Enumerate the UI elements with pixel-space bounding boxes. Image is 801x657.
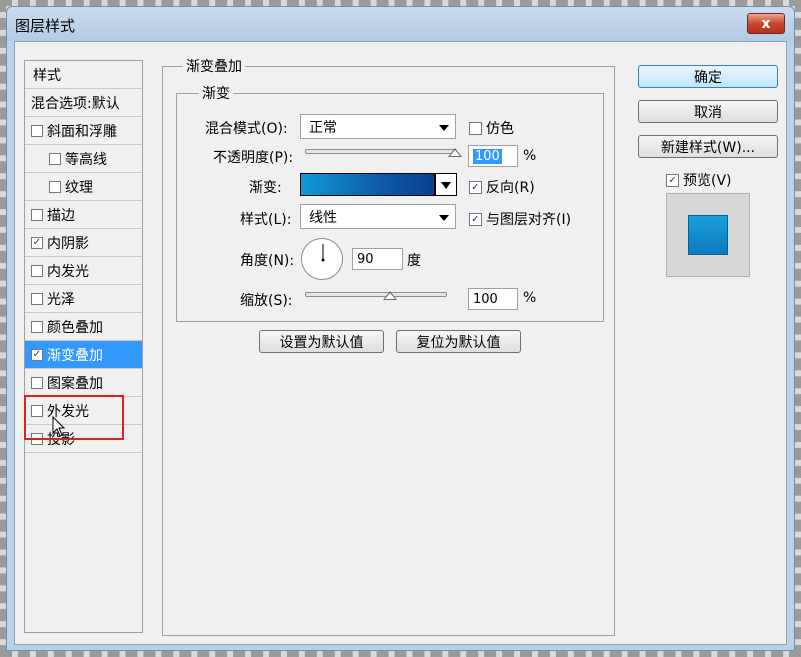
checkmark-icon[interactable]: ✓: [469, 180, 482, 194]
style-item-label: 描边: [47, 207, 75, 224]
style-item-label: 内阴影: [47, 235, 89, 252]
style-list: 样式 混合选项:默认 斜面和浮雕 等高线 纹理 描边 ✓ 内阴影 内发光 光泽 …: [24, 60, 143, 633]
ok-button-label: 确定: [694, 69, 722, 86]
angle-input[interactable]: 90: [352, 248, 403, 270]
dialog-client-area: 样式 混合选项:默认 斜面和浮雕 等高线 纹理 描边 ✓ 内阴影 内发光 光泽 …: [14, 41, 787, 645]
style-item-blending-options[interactable]: 混合选项:默认: [25, 89, 142, 117]
set-default-button-label: 设置为默认值: [279, 334, 364, 351]
close-icon: x: [761, 15, 771, 32]
scale-input[interactable]: 100: [468, 288, 518, 310]
checkbox-icon[interactable]: [49, 180, 61, 193]
style-item-pattern-overlay[interactable]: 图案叠加: [25, 369, 142, 397]
checkmark-icon[interactable]: ✓: [31, 348, 43, 361]
scale-slider-thumb[interactable]: [383, 291, 398, 300]
style-list-header-label: 样式: [33, 67, 61, 84]
close-button[interactable]: x: [747, 13, 785, 34]
reset-default-button[interactable]: 复位为默认值: [396, 330, 521, 353]
cancel-button-label: 取消: [694, 104, 722, 121]
new-style-button-label: 新建样式(W)...: [660, 139, 756, 156]
layer-style-dialog: 图层样式 x 样式 混合选项:默认 斜面和浮雕 等高线 纹理 描边 ✓ 内阴影 …: [6, 6, 795, 651]
angle-label: 角度(N):: [240, 253, 295, 269]
opacity-slider-thumb[interactable]: [448, 148, 462, 157]
scale-slider-track[interactable]: [305, 292, 447, 297]
preview-checkbox-row[interactable]: ✓ 预览(V): [666, 170, 732, 190]
dropdown-arrow-icon: [439, 125, 449, 131]
gradient-sub-group-title: 渐变: [199, 83, 233, 103]
style-item-gradient-overlay[interactable]: ✓ 渐变叠加: [25, 341, 142, 369]
align-with-layer-checkbox-row[interactable]: ✓ 与图层对齐(I): [469, 209, 571, 229]
angle-dial[interactable]: [301, 238, 343, 280]
checkbox-icon[interactable]: [31, 208, 43, 221]
dialog-title: 图层样式: [15, 17, 76, 35]
style-item-label: 内发光: [47, 263, 89, 280]
scale-unit: %: [523, 290, 537, 306]
style-item-label: 光泽: [47, 291, 75, 308]
style-item-label: 等高线: [65, 151, 107, 168]
scale-label: 缩放(S):: [240, 293, 293, 309]
highlight-annotation-box: [24, 395, 124, 440]
angle-unit: 度: [407, 253, 421, 269]
checkbox-icon[interactable]: [31, 292, 43, 305]
style-list-header: 样式: [25, 61, 142, 89]
style-item-label: 图案叠加: [47, 375, 103, 392]
checkmark-icon[interactable]: ✓: [469, 212, 482, 226]
gradient-style-value: 线性: [309, 209, 337, 226]
style-item-color-overlay[interactable]: 颜色叠加: [25, 313, 142, 341]
blend-mode-label: 混合模式(O):: [205, 121, 288, 137]
checkmark-icon[interactable]: ✓: [666, 173, 679, 187]
style-item-inner-shadow[interactable]: ✓ 内阴影: [25, 229, 142, 257]
mouse-cursor-icon: [52, 416, 66, 437]
gradient-label: 渐变:: [249, 180, 282, 196]
style-item-contour[interactable]: 等高线: [25, 145, 142, 173]
style-item-stroke[interactable]: 描边: [25, 201, 142, 229]
gradient-style-label: 样式(L):: [240, 212, 292, 228]
new-style-button[interactable]: 新建样式(W)...: [638, 135, 778, 158]
dither-checkbox-row[interactable]: 仿色: [469, 118, 514, 138]
style-item-label: 斜面和浮雕: [47, 123, 117, 140]
style-item-inner-glow[interactable]: 内发光: [25, 257, 142, 285]
style-preview-box: [666, 193, 750, 277]
checkbox-icon[interactable]: [31, 264, 43, 277]
angle-value: 90: [357, 251, 374, 267]
ok-button[interactable]: 确定: [638, 65, 778, 88]
checkbox-icon[interactable]: [31, 320, 43, 333]
opacity-value: 100: [473, 148, 502, 164]
style-item-satin[interactable]: 光泽: [25, 285, 142, 313]
checkmark-icon[interactable]: ✓: [31, 236, 43, 249]
checkbox-icon[interactable]: [31, 124, 43, 137]
blend-mode-value: 正常: [309, 119, 337, 136]
style-item-label: 渐变叠加: [47, 347, 103, 364]
style-item-texture[interactable]: 纹理: [25, 173, 142, 201]
style-preview-swatch: [688, 215, 728, 255]
dropdown-arrow-icon: [439, 215, 449, 221]
checkbox-icon[interactable]: [469, 121, 482, 135]
preview-label: 预览(V): [683, 173, 732, 189]
checkbox-icon[interactable]: [31, 376, 43, 389]
blend-mode-select[interactable]: 正常: [300, 114, 456, 139]
style-item-label: 纹理: [65, 179, 93, 196]
scale-value: 100: [473, 291, 498, 307]
gradient-overlay-group-title: 渐变叠加: [183, 56, 245, 76]
angle-dial-needle-icon: [321, 244, 325, 262]
opacity-input[interactable]: 100: [468, 145, 518, 167]
title-bar[interactable]: 图层样式 x: [7, 7, 794, 41]
reset-default-button-label: 复位为默认值: [416, 334, 501, 351]
opacity-unit: %: [523, 148, 537, 164]
opacity-label: 不透明度(P):: [213, 150, 294, 166]
gradient-style-select[interactable]: 线性: [300, 204, 456, 229]
checkbox-icon[interactable]: [49, 152, 61, 165]
style-item-label: 混合选项:默认: [31, 95, 120, 112]
align-with-layer-label: 与图层对齐(I): [486, 212, 572, 228]
gradient-dropdown-button[interactable]: [435, 173, 457, 196]
dither-label: 仿色: [486, 121, 514, 137]
cancel-button[interactable]: 取消: [638, 100, 778, 123]
reverse-label: 反向(R): [486, 180, 535, 196]
opacity-slider-track[interactable]: [305, 149, 455, 154]
reverse-checkbox-row[interactable]: ✓ 反向(R): [469, 177, 535, 197]
style-item-bevel-emboss[interactable]: 斜面和浮雕: [25, 117, 142, 145]
gradient-preview-swatch[interactable]: [300, 173, 435, 196]
set-default-button[interactable]: 设置为默认值: [259, 330, 384, 353]
style-item-label: 颜色叠加: [47, 319, 103, 336]
